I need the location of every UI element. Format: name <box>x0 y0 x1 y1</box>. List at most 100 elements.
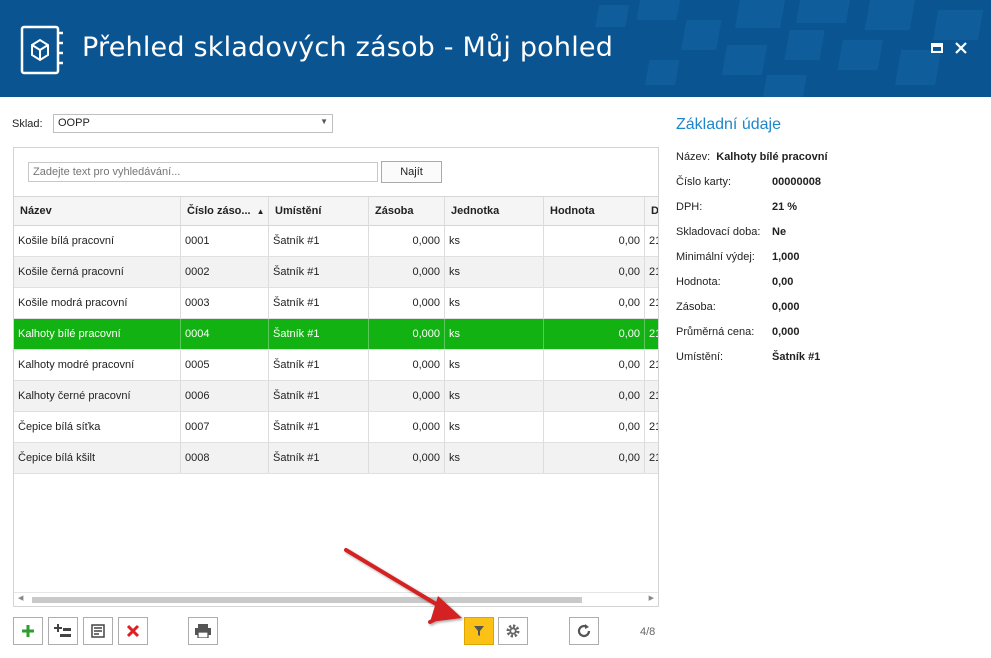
refresh-button[interactable] <box>569 617 599 645</box>
cell-umisteni: Šatník #1 <box>269 381 369 411</box>
column-header-jednotka[interactable]: Jednotka <box>445 197 544 226</box>
column-header-nazev[interactable]: Název <box>14 197 181 226</box>
detail-value: 1,000 <box>772 251 800 263</box>
column-header-hodnota[interactable]: Hodnota <box>544 197 645 226</box>
cell-cislo: 0001 <box>181 226 269 256</box>
maximize-icon[interactable] <box>929 40 945 56</box>
detail-nazev-label: Název: <box>676 151 711 163</box>
cell-zasoba: 0,000 <box>369 257 445 287</box>
detail-label: DPH: <box>676 201 703 213</box>
detail-label: Zásoba: <box>676 301 716 313</box>
table-header: Název Číslo záso... ▲ Umístění Zásoba Je… <box>14 196 658 226</box>
scrollbar-thumb[interactable] <box>32 597 582 603</box>
cell-hodnota: 0,00 <box>544 381 645 411</box>
close-icon[interactable] <box>953 40 969 56</box>
cell-cislo: 0008 <box>181 443 269 473</box>
cell-d: 21 <box>645 350 658 380</box>
detail-label: Minimální výdej: <box>676 251 755 263</box>
detail-value: 0,00 <box>772 276 794 288</box>
cell-umisteni: Šatník #1 <box>269 257 369 287</box>
cell-cislo: 0005 <box>181 350 269 380</box>
cell-jednotka: ks <box>445 257 544 287</box>
cell-cislo: 0004 <box>181 319 269 349</box>
table-row[interactable]: Košile černá pracovní 0002 Šatník #1 0,000 k… <box>14 257 658 288</box>
refresh-icon <box>577 624 591 638</box>
filter-icon <box>474 626 484 636</box>
cell-nazev: Košile bílá pracovní <box>14 226 181 256</box>
settings-icon <box>506 624 520 638</box>
sklad-label: Sklad: <box>12 118 43 130</box>
cell-d: 21 <box>645 319 658 349</box>
delete-button[interactable] <box>118 617 148 645</box>
cell-hodnota: 0,00 <box>544 319 645 349</box>
cell-jednotka: ks <box>445 288 544 318</box>
cell-nazev: Kalhoty černé pracovní <box>14 381 181 411</box>
scroll-right-icon[interactable]: ▶ <box>649 594 654 602</box>
cell-zasoba: 0,000 <box>369 412 445 442</box>
cell-jednotka: ks <box>445 381 544 411</box>
cell-zasoba: 0,000 <box>369 381 445 411</box>
cell-nazev: Košile černá pracovní <box>14 257 181 287</box>
box-book-icon <box>20 25 63 75</box>
pager-count: 4/8 <box>640 626 656 638</box>
cell-jednotka: ks <box>445 226 544 256</box>
stock-grid: Najít Název Číslo záso... ▲ Umístění Zás… <box>13 147 659 607</box>
column-header-cislo-label: Číslo záso... <box>187 205 251 217</box>
cell-cislo: 0002 <box>181 257 269 287</box>
column-header-cislo[interactable]: Číslo záso... ▲ <box>181 197 269 226</box>
delete-icon <box>126 624 140 638</box>
table-row[interactable]: Kalhoty bílé pracovní 0004 Šatník #1 0,000 k… <box>14 319 658 350</box>
cell-cislo: 0003 <box>181 288 269 318</box>
cell-cislo: 0007 <box>181 412 269 442</box>
horizontal-scrollbar[interactable]: ◀ ▶ <box>14 592 658 606</box>
detail-nazev-value: Kalhoty bílé pracovní <box>716 151 828 163</box>
table-row[interactable]: Čepice bílá kšilt 0008 Šatník #1 0,000 ks 0,0… <box>14 443 658 474</box>
cell-umisteni: Šatník #1 <box>269 350 369 380</box>
cell-zasoba: 0,000 <box>369 226 445 256</box>
cell-nazev: Kalhoty modré pracovní <box>14 350 181 380</box>
filter-button[interactable] <box>464 617 494 645</box>
edit-icon <box>91 624 105 638</box>
window-header: Přehled skladových zásob - Můj pohled <box>0 0 991 97</box>
cell-nazev: Kalhoty bílé pracovní <box>14 319 181 349</box>
edit-button[interactable] <box>83 617 113 645</box>
cell-jednotka: ks <box>445 412 544 442</box>
search-button[interactable]: Najít <box>381 161 442 183</box>
details-title: Základní údaje <box>676 116 781 133</box>
table-row[interactable]: Kalhoty černé pracovní 0006 Šatník #1 0,000… <box>14 381 658 412</box>
column-header-d[interactable]: D <box>645 197 658 226</box>
cell-jednotka: ks <box>445 319 544 349</box>
cell-hodnota: 0,00 <box>544 412 645 442</box>
cell-zasoba: 0,000 <box>369 319 445 349</box>
cell-d: 21 <box>645 412 658 442</box>
add-icon <box>22 625 34 637</box>
detail-value: 0,000 <box>772 301 800 313</box>
detail-label: Průměrná cena: <box>676 326 755 338</box>
scroll-left-icon[interactable]: ◀ <box>18 594 23 602</box>
detail-value: Ne <box>772 226 787 238</box>
table-row[interactable]: Košile modrá pracovní 0003 Šatník #1 0,000 k… <box>14 288 658 319</box>
detail-label: Umístění: <box>676 351 724 363</box>
settings-button[interactable] <box>498 617 528 645</box>
cell-umisteni: Šatník #1 <box>269 443 369 473</box>
sklad-select[interactable]: OOPP ▼ <box>53 114 333 133</box>
table-row[interactable]: Košile bílá pracovní 0001 Šatník #1 0,000 ks… <box>14 226 658 257</box>
print-button[interactable] <box>188 617 218 645</box>
add-sub-icon <box>54 624 71 637</box>
cell-hodnota: 0,00 <box>544 257 645 287</box>
cell-d: 21 <box>645 288 658 318</box>
table-row[interactable]: Čepice bílá síťka 0007 Šatník #1 0,000 ks 0,0… <box>14 412 658 443</box>
column-header-umisteni[interactable]: Umístění <box>269 197 369 226</box>
add-sub-button[interactable] <box>48 617 78 645</box>
cell-d: 21 <box>645 381 658 411</box>
add-button[interactable] <box>13 617 43 645</box>
detail-label: Skladovací doba: <box>676 226 761 238</box>
detail-label: Číslo karty: <box>676 176 732 188</box>
column-header-zasoba[interactable]: Zásoba <box>369 197 445 226</box>
search-input[interactable] <box>28 162 378 182</box>
cell-zasoba: 0,000 <box>369 443 445 473</box>
sort-asc-icon: ▲ <box>256 207 265 216</box>
cell-cislo: 0006 <box>181 381 269 411</box>
table-row[interactable]: Kalhoty modré pracovní 0005 Šatník #1 0,000… <box>14 350 658 381</box>
chevron-down-icon[interactable]: ▼ <box>320 117 328 126</box>
